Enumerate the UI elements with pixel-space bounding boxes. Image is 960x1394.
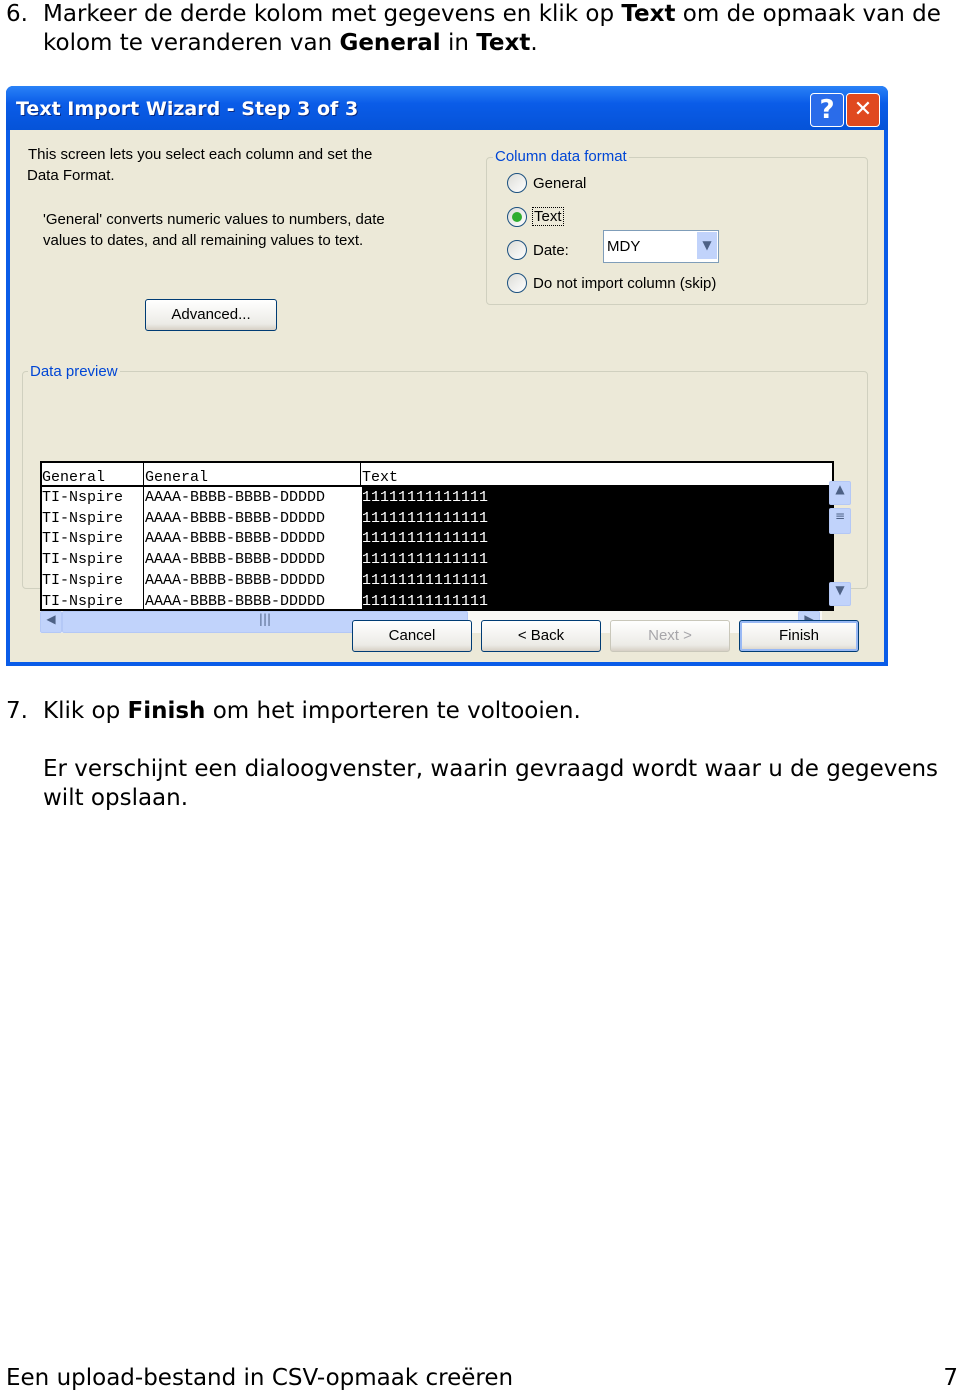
grid-cell: 11111111111111 — [362, 551, 489, 569]
advanced-button[interactable]: Advanced... — [145, 299, 277, 331]
footer-title: Een upload-bestand in CSV-opmaak creëren — [6, 1365, 514, 1391]
paragraph-line: wilt opslaan. — [43, 785, 189, 811]
grid-cell: TI-Nspire — [42, 530, 124, 548]
close-button[interactable]: ✕ — [846, 93, 880, 127]
grid-cell: 11111111111111 — [362, 530, 489, 548]
intro-text: This screen lets you select each column … — [28, 146, 373, 163]
step-7-number: 7. — [6, 698, 28, 724]
grid-cell: TI-Nspire — [42, 509, 124, 527]
intro-text: Data Format. — [27, 167, 115, 184]
text: in — [440, 30, 477, 56]
radio-general[interactable] — [507, 173, 527, 193]
grid-cell: TI-Nspire — [42, 489, 124, 506]
grid-cell: AAAA-BBBB-BBBB-DDDDD — [145, 530, 326, 548]
grid-cell: TI-Nspire — [42, 551, 124, 569]
radio-skip[interactable] — [507, 273, 527, 293]
step-6-line-1: Markeer de derde kolom met gegevens en k… — [43, 0, 941, 29]
data-preview-grid[interactable]: General General Text TI-Nspire AAAA-BBBB-… — [40, 461, 834, 611]
bold-text: Finish — [127, 698, 206, 724]
page-number: 7 — [943, 1365, 958, 1391]
grid-cell: 11111111111111 — [362, 509, 489, 527]
step-7-text: Klik op Finish om het importeren te volt… — [43, 697, 581, 726]
grid-cell: AAAA-BBBB-BBBB-DDDDD — [145, 571, 326, 589]
step-6-line-2: kolom te veranderen van General in Text. — [43, 29, 538, 58]
grid-cell: AAAA-BBBB-BBBB-DDDDD — [145, 551, 326, 569]
text: kolom te veranderen van — [43, 30, 340, 56]
text: . — [530, 30, 538, 56]
text: om het importeren te voltooien. — [205, 698, 581, 724]
grid-cell: 11111111111111 — [362, 489, 489, 506]
step-6-number: 6. — [6, 1, 28, 27]
date-format-select[interactable]: MDY ▼ — [603, 230, 719, 263]
text: Markeer de derde kolom met gegevens en k… — [43, 1, 622, 27]
description-text: values to dates, and all remaining value… — [43, 232, 364, 249]
radio-label: Text — [532, 207, 564, 226]
dialog-body: This screen lets you select each column … — [10, 130, 884, 662]
column-divider — [360, 463, 361, 485]
chevron-down-icon[interactable]: ▼ — [697, 232, 717, 259]
grid-cell: AAAA-BBBB-BBBB-DDDDD — [145, 509, 326, 527]
finish-button[interactable]: Finish — [739, 620, 859, 652]
text: Klik op — [43, 698, 128, 724]
column-header[interactable]: General — [145, 469, 208, 486]
cancel-button[interactable]: Cancel — [352, 620, 472, 652]
radio-text[interactable] — [507, 207, 527, 227]
radio-date[interactable] — [507, 240, 527, 260]
select-value: MDY — [607, 238, 641, 255]
scroll-up-button[interactable]: ▲ — [829, 481, 851, 505]
text-import-wizard-dialog: Text Import Wizard - Step 3 of 3 ? ✕ Thi… — [6, 86, 888, 666]
group-label: Data preview — [28, 363, 120, 380]
grid-cell: 11111111111111 — [362, 592, 489, 610]
radio-label: General — [533, 175, 587, 192]
bold-text: Text — [476, 30, 531, 56]
scroll-left-button[interactable]: ◀ — [40, 611, 62, 633]
group-label: Column data format — [493, 148, 629, 165]
radio-label: Date: — [533, 242, 569, 259]
dialog-title: Text Import Wizard - Step 3 of 3 — [16, 98, 359, 120]
help-button[interactable]: ? — [810, 93, 844, 127]
column-header[interactable]: General — [42, 469, 105, 486]
radio-label: Do not import column (skip) — [533, 275, 717, 292]
scroll-down-button[interactable]: ▼ — [829, 582, 851, 606]
text: om de opmaak van de — [675, 1, 941, 27]
bold-text: General — [339, 30, 441, 56]
column-divider — [143, 463, 144, 609]
column-header[interactable]: Text — [362, 469, 398, 486]
grid-cell: AAAA-BBBB-BBBB-DDDDD — [145, 592, 326, 610]
grid-cell: 11111111111111 — [362, 571, 489, 589]
vertical-scroll-thumb[interactable]: ≡ — [829, 508, 851, 534]
grid-cell: TI-Nspire — [42, 571, 124, 589]
back-button[interactable]: < Back — [481, 620, 601, 652]
bold-text: Text — [621, 1, 676, 27]
grid-cell: AAAA-BBBB-BBBB-DDDDD — [145, 489, 326, 506]
description-text: 'General' converts numeric values to num… — [43, 211, 385, 228]
title-bar: Text Import Wizard - Step 3 of 3 ? ✕ — [6, 86, 888, 130]
grid-cell: TI-Nspire — [42, 592, 124, 610]
paragraph-line: Er verschijnt een dialoogvenster, waarin… — [43, 756, 939, 782]
next-button: Next > — [610, 620, 730, 652]
